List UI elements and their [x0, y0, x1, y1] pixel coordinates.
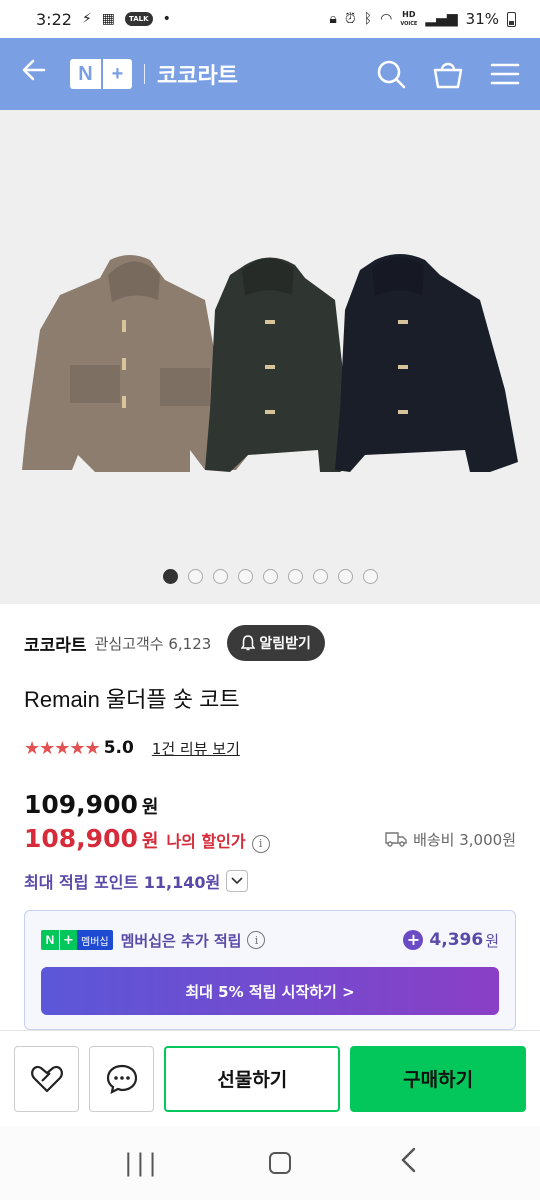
gallery-dot[interactable]: [162, 569, 178, 584]
truck-icon: [385, 832, 407, 847]
followers-count: 6,123: [168, 634, 212, 653]
shipping-fee: 배송비 3,000원: [385, 829, 516, 850]
status-time: 3:22: [36, 9, 72, 29]
membership-box: N + 멤버십 멤버십은 추가 적립 i + 4,396 원 최대 5% 적립 시…: [24, 910, 516, 1030]
original-price: 109,900 원: [24, 790, 516, 824]
membership-info-icon[interactable]: i: [247, 931, 266, 949]
chevron-down-icon[interactable]: [226, 870, 249, 892]
gift-button[interactable]: 선물하기: [164, 1045, 341, 1112]
store-name[interactable]: 코코라트: [24, 631, 87, 656]
membership-text: 멤버십은 추가 적립: [120, 931, 242, 950]
action-bar: 선물하기 구매하기: [0, 1030, 540, 1126]
dot-icon: •: [162, 11, 171, 27]
naver-plus-membership-badge: N + 멤버십: [41, 930, 113, 950]
calendar-icon: ▦: [101, 11, 116, 27]
kakaotalk-icon: TALK: [125, 12, 153, 26]
rating-score: 5.0: [103, 738, 134, 758]
review-link[interactable]: 1건 리뷰 보기: [152, 738, 240, 759]
wifi-icon: ◠: [380, 11, 393, 27]
bluetooth-icon: ᛒ: [363, 11, 373, 27]
sale-price-amount: 108,900: [24, 824, 138, 853]
talktalk-button[interactable]: [89, 1045, 155, 1112]
start-membership-button[interactable]: 최대 5% 적립 시작하기 >: [41, 967, 499, 1015]
alarm-icon: ⏰︎: [344, 11, 356, 27]
gallery-dot[interactable]: [287, 569, 303, 584]
original-price-unit: 원: [141, 797, 159, 818]
menu-icon[interactable]: [490, 62, 520, 86]
sale-price-label: 나의 할인가: [166, 832, 246, 851]
followers: 관심고객수 6,123: [94, 634, 212, 653]
rating-row: ★★★★★ 5.0 1건 리뷰 보기: [24, 728, 516, 768]
system-nav-bar: |||: [0, 1126, 540, 1200]
sale-price-row: 108,900 원 나의 할인가 i 배송비 3,000원: [24, 824, 516, 860]
back-arrow-icon[interactable]: [20, 56, 56, 92]
chat-bubble-icon: [106, 1064, 137, 1094]
heart-icon: [30, 1065, 63, 1092]
battery-icon: [507, 11, 516, 27]
app-header: N + 코코라트: [0, 38, 540, 110]
membership-points-amount: 4,396: [429, 930, 484, 950]
gallery-dot[interactable]: [187, 569, 203, 584]
gallery-dots[interactable]: [0, 569, 540, 584]
product-info: 코코라트 관심고객수 6,123 알림받기 Remain 울더플 숏 코트 ★★…: [0, 604, 540, 1030]
shopping-bag-icon[interactable]: [432, 59, 464, 89]
wishlist-button[interactable]: [14, 1045, 80, 1112]
gallery-dot[interactable]: [262, 569, 278, 584]
max-points-text: 최대 적립 포인트 11,140원: [24, 873, 221, 892]
product-image-gallery[interactable]: [0, 110, 540, 604]
bell-plus-icon: [241, 635, 256, 651]
lightning-icon: ⚡: [81, 11, 92, 27]
status-bar: 3:22 ⚡ ▦ TALK • 🔒︎ ⏰︎ ᛒ ◠ HD VOICE ▂▄▆ 31…: [0, 0, 540, 38]
home-icon[interactable]: [269, 1152, 292, 1174]
gallery-dot[interactable]: [237, 569, 253, 584]
naver-plus-logo[interactable]: N +: [70, 59, 132, 89]
hd-voice-icon: HD VOICE: [400, 9, 418, 27]
logo-plus: +: [101, 59, 132, 89]
star-rating-icon: ★★★★★: [24, 737, 101, 759]
gallery-dot[interactable]: [362, 569, 378, 584]
info-icon[interactable]: i: [251, 834, 270, 853]
product-image: [22, 254, 518, 472]
gallery-dot[interactable]: [337, 569, 353, 584]
alarm-label: 알림받기: [259, 636, 311, 652]
membership-points: + 4,396 원: [403, 930, 499, 951]
signal-icon: ▂▄▆: [425, 11, 458, 27]
store-title[interactable]: 코코라트: [157, 58, 238, 90]
sale-price-unit: 원: [141, 831, 159, 852]
lock-icon: 🔒︎: [329, 11, 337, 27]
membership-points-unit: 원: [485, 931, 499, 950]
header-divider: [144, 64, 145, 84]
shipping-text: 배송비 3,000원: [413, 830, 516, 849]
gallery-dot[interactable]: [312, 569, 328, 584]
battery-percent: 31%: [465, 10, 499, 28]
logo-n: N: [78, 62, 93, 85]
original-price-amount: 109,900: [24, 790, 138, 819]
plus-circle-icon: +: [403, 930, 424, 950]
alarm-button[interactable]: 알림받기: [227, 625, 325, 661]
store-row: 코코라트 관심고객수 6,123 알림받기: [24, 604, 516, 682]
back-chevron-icon[interactable]: [400, 1147, 416, 1180]
recent-apps-icon[interactable]: |||: [124, 1149, 160, 1177]
product-title: Remain 울더플 숏 코트: [24, 687, 240, 712]
search-icon[interactable]: [376, 59, 406, 89]
max-points-row[interactable]: 최대 적립 포인트 11,140원: [24, 864, 516, 898]
gallery-dot[interactable]: [212, 569, 228, 584]
buy-button[interactable]: 구매하기: [350, 1045, 527, 1112]
